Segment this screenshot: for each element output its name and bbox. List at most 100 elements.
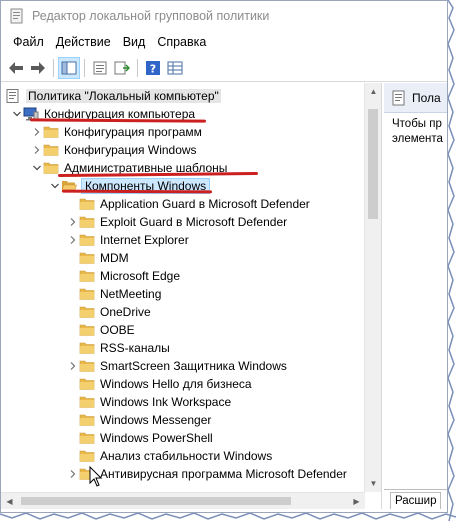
details-pane: Пола Чтобы пр элемента Расшир: [384, 83, 447, 509]
folder-icon: [43, 126, 59, 138]
tree-item-label: Exploit Guard в Microsoft Defender: [100, 215, 288, 229]
properties-button[interactable]: [89, 57, 111, 79]
folder-icon: [43, 162, 59, 174]
details-tabs: Расшир: [384, 489, 447, 509]
export-icon: [114, 61, 130, 74]
tree-item[interactable]: Windows Messenger: [67, 411, 211, 429]
show-hide-tree-button[interactable]: [58, 56, 80, 79]
menu-bar: Файл Действие Вид Справка: [1, 31, 447, 53]
menu-action[interactable]: Действие: [50, 35, 117, 49]
toolbar-separator: [84, 58, 85, 77]
expand-chevron-right-icon[interactable]: [67, 357, 79, 375]
tree-item[interactable]: OneDrive: [67, 303, 151, 321]
mouse-pointer-icon: [89, 466, 103, 487]
tree-item[interactable]: Application Guard в Microsoft Defender: [67, 195, 310, 213]
folder-icon: [79, 306, 95, 318]
help-icon: ?: [146, 60, 160, 75]
export-list-button[interactable]: [111, 57, 133, 79]
scroll-thumb[interactable]: [368, 109, 378, 219]
folder-icon: [79, 324, 95, 336]
expand-chevron-right-icon[interactable]: [31, 123, 43, 141]
folder-icon: [79, 270, 95, 282]
console-tree-icon: [61, 61, 77, 74]
folder-icon: [79, 378, 95, 390]
scroll-left-icon[interactable]: ◀: [1, 493, 18, 510]
console-tree-pane[interactable]: Политика "Локальный компьютер" Конфигурац…: [1, 83, 382, 509]
menu-view[interactable]: Вид: [117, 35, 152, 49]
tree-item-label: OneDrive: [100, 305, 151, 319]
scroll-right-icon[interactable]: ▶: [348, 493, 365, 510]
folder-icon: [79, 198, 95, 210]
toolbar-separator: [137, 58, 138, 77]
tree-item[interactable]: SmartScreen Защитника Windows: [67, 357, 287, 375]
policy-app-icon: [10, 8, 23, 24]
expand-chevron-right-icon[interactable]: [67, 231, 79, 249]
details-header: Пола: [384, 83, 447, 113]
tree-root-item[interactable]: Политика "Локальный компьютер": [5, 87, 221, 105]
tab-extended[interactable]: Расшир: [390, 492, 442, 509]
tree-item-label: Windows Ink Workspace: [100, 395, 232, 409]
tree-item-label: Windows PowerShell: [100, 431, 213, 445]
forward-button[interactable]: [27, 57, 49, 79]
menu-help[interactable]: Справка: [151, 35, 212, 49]
folder-icon: [79, 414, 95, 426]
folder-icon: [79, 234, 95, 246]
expand-chevron-right-icon[interactable]: [67, 465, 79, 483]
toolbar-separator: [53, 58, 54, 77]
expand-chevron-down-icon[interactable]: [11, 105, 23, 123]
tree-item[interactable]: RSS-каналы: [67, 339, 170, 357]
tree-vertical-scrollbar[interactable]: ▲ ▼: [364, 83, 381, 492]
hscroll-thumb[interactable]: [21, 497, 291, 505]
expand-chevron-right-icon[interactable]: [31, 141, 43, 159]
tree-item[interactable]: Конфигурация Windows: [31, 141, 197, 159]
back-button[interactable]: [5, 57, 27, 79]
tree-item-label: SmartScreen Защитника Windows: [100, 359, 287, 373]
tree-item[interactable]: Windows PowerShell: [67, 429, 213, 447]
expand-chevron-down-icon[interactable]: [31, 159, 43, 177]
tree-item-label: Internet Explorer: [100, 233, 189, 247]
window-title: Редактор локальной групповой политики: [32, 9, 270, 23]
folder-icon: [79, 216, 95, 228]
tree-item[interactable]: Exploit Guard в Microsoft Defender: [67, 213, 287, 231]
folder-icon: [79, 396, 95, 408]
tree-item[interactable]: Анализ стабильности Windows: [67, 447, 272, 465]
tree-horizontal-scrollbar[interactable]: ◀ ▶: [1, 492, 365, 509]
tree-item-label: Конфигурация Windows: [64, 143, 197, 157]
tree-item[interactable]: NetMeeting: [67, 285, 161, 303]
tree-item-label: Анализ стабильности Windows: [100, 449, 273, 463]
folder-icon: [43, 144, 59, 156]
folder-icon: [79, 288, 95, 300]
tree-item-label: OOBE: [100, 323, 135, 337]
menu-file[interactable]: Файл: [7, 35, 50, 49]
gpedit-window: Редактор локальной групповой политики Фа…: [0, 0, 448, 513]
expand-chevron-down-icon[interactable]: [49, 177, 61, 195]
filter-options-button[interactable]: [164, 57, 186, 79]
tree-item[interactable]: Windows Hello для бизнеса: [67, 375, 252, 393]
tree-item-label: NetMeeting: [100, 287, 162, 301]
forward-arrow-icon: [31, 61, 45, 74]
back-arrow-icon: [9, 61, 23, 74]
tree-item[interactable]: Windows Ink Workspace: [67, 393, 231, 411]
toolbar: ?: [1, 54, 447, 82]
tree-item[interactable]: Конфигурация программ: [31, 123, 202, 141]
scroll-up-icon[interactable]: ▲: [365, 83, 381, 100]
policy-root-icon: [6, 89, 19, 103]
help-button[interactable]: ?: [142, 57, 164, 79]
tree-item[interactable]: OOBE: [67, 321, 135, 339]
scroll-down-icon[interactable]: ▼: [365, 475, 381, 492]
tree-item[interactable]: MDM: [67, 249, 129, 267]
tree-item[interactable]: Microsoft Edge: [67, 267, 180, 285]
folder-icon: [79, 360, 95, 372]
expand-chevron-right-icon[interactable]: [67, 213, 79, 231]
folder-icon: [79, 432, 95, 444]
tree-item-label: MDM: [100, 251, 129, 265]
tree-item[interactable]: Антивирусная программа Microsoft Defende…: [67, 465, 347, 483]
tree-item[interactable]: Internet Explorer: [67, 231, 189, 249]
